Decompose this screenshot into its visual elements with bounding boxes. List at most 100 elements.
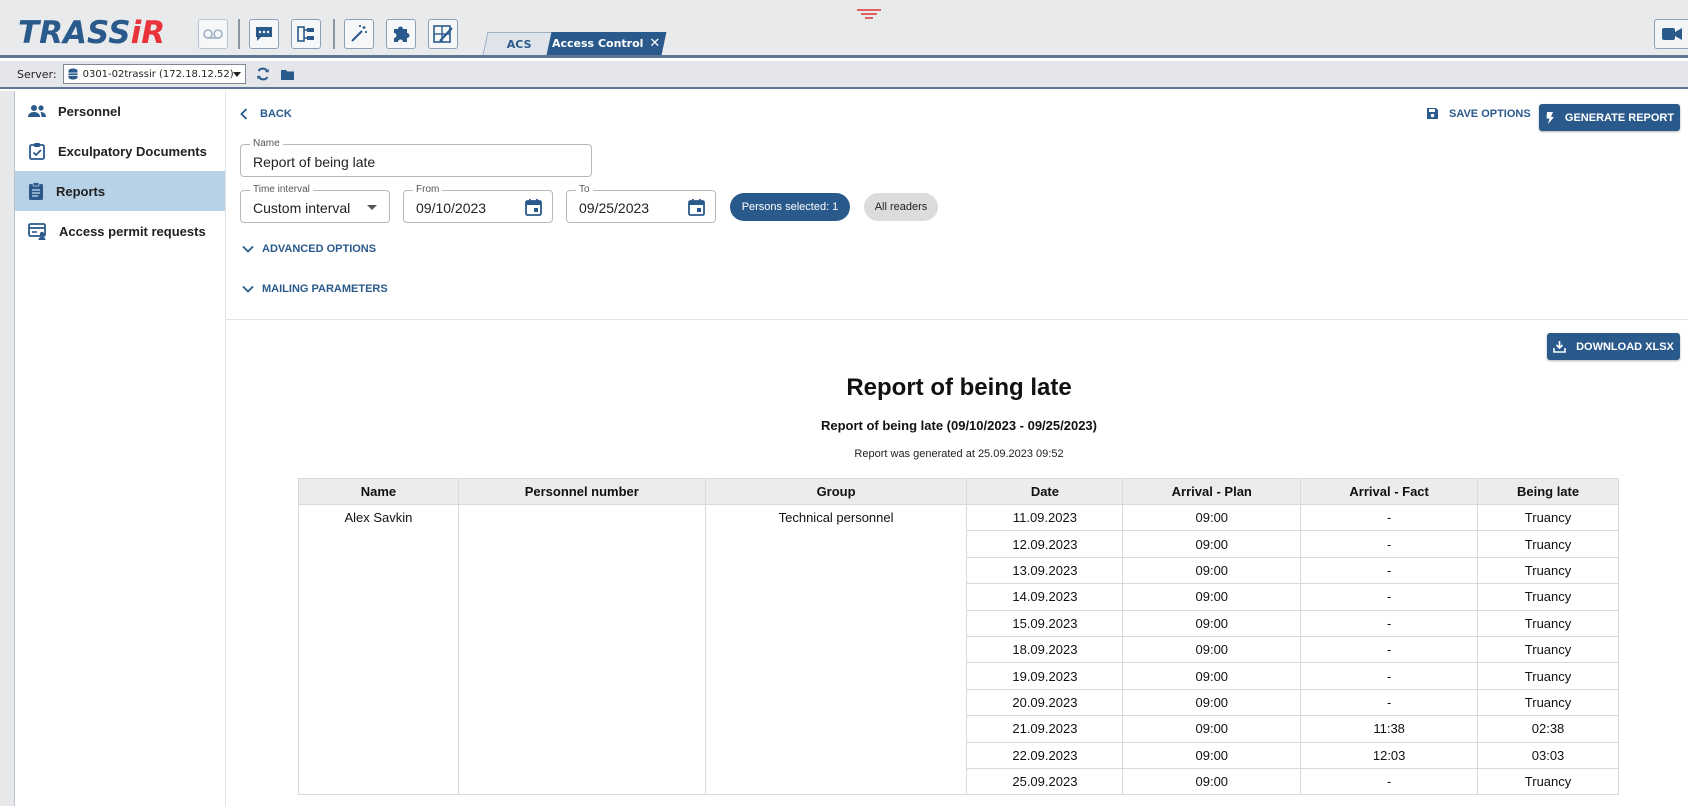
server-label: Server: — [17, 67, 57, 81]
arrival-plan-cell: 09:00 — [1122, 583, 1302, 611]
trassir-logo: TRASS iR — [18, 15, 166, 51]
column-header: Arrival - Fact — [1300, 478, 1479, 505]
report-table-body: Alex Savkin Technical personnel 11.09.2023… — [298, 503, 1619, 796]
close-tab-icon[interactable]: ✕ — [650, 36, 661, 51]
generate-report-button[interactable]: GENERATE REPORT — [1539, 104, 1680, 131]
time-interval-select[interactable]: Time interval Custom interval — [240, 184, 390, 223]
all-readers-chip[interactable]: All readers — [864, 193, 938, 221]
mailing-parameters-toggle[interactable]: MAILING PARAMETERS — [242, 283, 388, 295]
from-date-value: 09/10/2023 — [416, 200, 487, 216]
report-name-field[interactable]: Name Report of being late — [240, 138, 592, 177]
back-button[interactable]: BACK — [240, 108, 292, 120]
section-divider — [226, 319, 1688, 320]
server-value: 0301-02trassir (172.18.12.52) — [82, 68, 234, 80]
voicemail-icon[interactable] — [198, 19, 228, 49]
name-field-label: Name — [250, 138, 283, 150]
server-select[interactable]: 0301-02trassir (172.18.12.52) — [62, 64, 246, 84]
arrival-plan-cell: 09:00 — [1122, 715, 1302, 743]
column-header: Date — [966, 478, 1124, 505]
date-cell: 15.09.2023 — [966, 609, 1124, 637]
arrival-fact-cell: 12:03 — [1300, 741, 1479, 769]
column-header: Arrival - Plan — [1122, 478, 1302, 505]
report-generated-at: Report was generated at 25.09.2023 09:52 — [854, 448, 1064, 460]
report-icon — [29, 182, 43, 200]
chevron-down-icon — [367, 205, 377, 210]
report-table: Name Personnel number Group Date Arrival… — [298, 478, 1619, 796]
save-icon — [1427, 108, 1438, 119]
logo-accent-text: iR — [130, 15, 166, 51]
to-date-field[interactable]: To 09/25/2023 — [566, 184, 716, 223]
chevron-down-icon — [242, 285, 254, 293]
personnel-number-cell — [457, 503, 706, 796]
sidebar-item-reports[interactable]: Reports — [15, 171, 225, 211]
logo-text: TRASS — [18, 15, 131, 51]
being-late-cell: 03:03 — [1477, 741, 1619, 769]
save-options-button[interactable]: SAVE OPTIONS — [1426, 107, 1531, 120]
download-xlsx-button[interactable]: DOWNLOAD XLSX — [1547, 333, 1680, 360]
from-date-label: From — [413, 184, 443, 196]
group-cell: Technical personnel — [704, 503, 968, 796]
table-row: Alex Savkin Technical personnel 11.09.2023… — [298, 503, 1619, 796]
drag-handle-icon[interactable] — [857, 8, 881, 20]
arrival-plan-cell: 09:00 — [1122, 767, 1302, 796]
tab-acs[interactable]: ACS — [482, 32, 556, 55]
server-bar: Server: 0301-02trassir (172.18.12.52) — [0, 61, 1688, 89]
layout-edit-icon[interactable] — [428, 19, 458, 49]
being-late-cell: Truancy — [1477, 662, 1619, 690]
download-icon — [1553, 341, 1566, 353]
sidebar-item-personnel[interactable]: Personnel — [15, 91, 225, 131]
from-date-field[interactable]: From 09/10/2023 — [403, 184, 553, 223]
date-cell: 21.09.2023 — [966, 715, 1124, 743]
persons-selected-chip[interactable]: Persons selected: 1 — [730, 193, 850, 221]
sidebar-item-exculpatory-documents[interactable]: Exculpatory Documents — [15, 131, 225, 171]
chat-icon[interactable] — [249, 19, 279, 49]
arrival-fact-cell: - — [1300, 688, 1479, 717]
being-late-cell: 02:38 — [1477, 715, 1619, 743]
sidebar-item-label: Reports — [56, 183, 106, 199]
report-title: Report of being late — [846, 374, 1072, 401]
sidebar-item-label: Personnel — [58, 103, 121, 119]
generate-report-label: GENERATE REPORT — [1564, 111, 1675, 124]
arrival-plan-cell: 09:00 — [1122, 635, 1302, 664]
sidebar-item-access-permit-requests[interactable]: Access permit requests — [15, 211, 225, 251]
permit-card-icon — [28, 222, 46, 240]
arrival-fact-cell: 11:38 — [1300, 715, 1479, 743]
to-date-value: 09/25/2023 — [579, 200, 650, 216]
chevron-down-icon — [232, 72, 241, 77]
date-cell: 18.09.2023 — [966, 635, 1124, 664]
being-late-cell: Truancy — [1477, 556, 1619, 585]
puzzle-icon[interactable] — [386, 19, 416, 49]
arrival-fact-cell: - — [1300, 767, 1479, 796]
arrival-fact-cell: - — [1300, 635, 1479, 664]
people-icon — [28, 105, 46, 117]
refresh-icon[interactable] — [256, 67, 270, 81]
toolbar-separator — [333, 19, 335, 49]
advanced-options-toggle[interactable]: ADVANCED OPTIONS — [242, 243, 376, 255]
being-late-cell: Truancy — [1477, 609, 1619, 637]
mailing-parameters-label: MAILING PARAMETERS — [262, 283, 388, 295]
person-name-cell: Alex Savkin — [298, 503, 459, 796]
table-header-row: Name Personnel number Group Date Arrival… — [298, 478, 1619, 505]
column-header: Group — [704, 478, 968, 505]
calendar-icon[interactable] — [688, 198, 705, 216]
org-tree-icon[interactable] — [291, 19, 321, 49]
download-xlsx-label: DOWNLOAD XLSX — [1576, 340, 1674, 353]
video-camera-icon[interactable] — [1654, 19, 1688, 49]
magic-wand-icon[interactable] — [344, 19, 374, 49]
date-cell: 22.09.2023 — [966, 741, 1124, 769]
time-interval-label: Time interval — [250, 184, 313, 196]
sidebar-item-label: Exculpatory Documents — [58, 143, 207, 159]
top-toolbar: TRASS iR ACS Access Control ✕ — [0, 0, 1688, 58]
being-late-cell: Truancy — [1477, 530, 1619, 558]
being-late-cell: Truancy — [1477, 688, 1619, 717]
time-interval-value: Custom interval — [253, 200, 351, 216]
chevron-down-icon — [242, 245, 254, 253]
clipboard-check-icon — [29, 143, 45, 160]
folder-icon[interactable] — [280, 68, 295, 81]
lightning-icon — [1546, 111, 1554, 124]
arrival-plan-cell: 09:00 — [1122, 741, 1302, 769]
tab-access-control[interactable]: Access Control ✕ — [546, 32, 667, 55]
save-options-label: SAVE OPTIONS — [1449, 107, 1531, 120]
arrival-plan-cell: 09:00 — [1122, 556, 1302, 585]
calendar-icon[interactable] — [525, 198, 542, 216]
